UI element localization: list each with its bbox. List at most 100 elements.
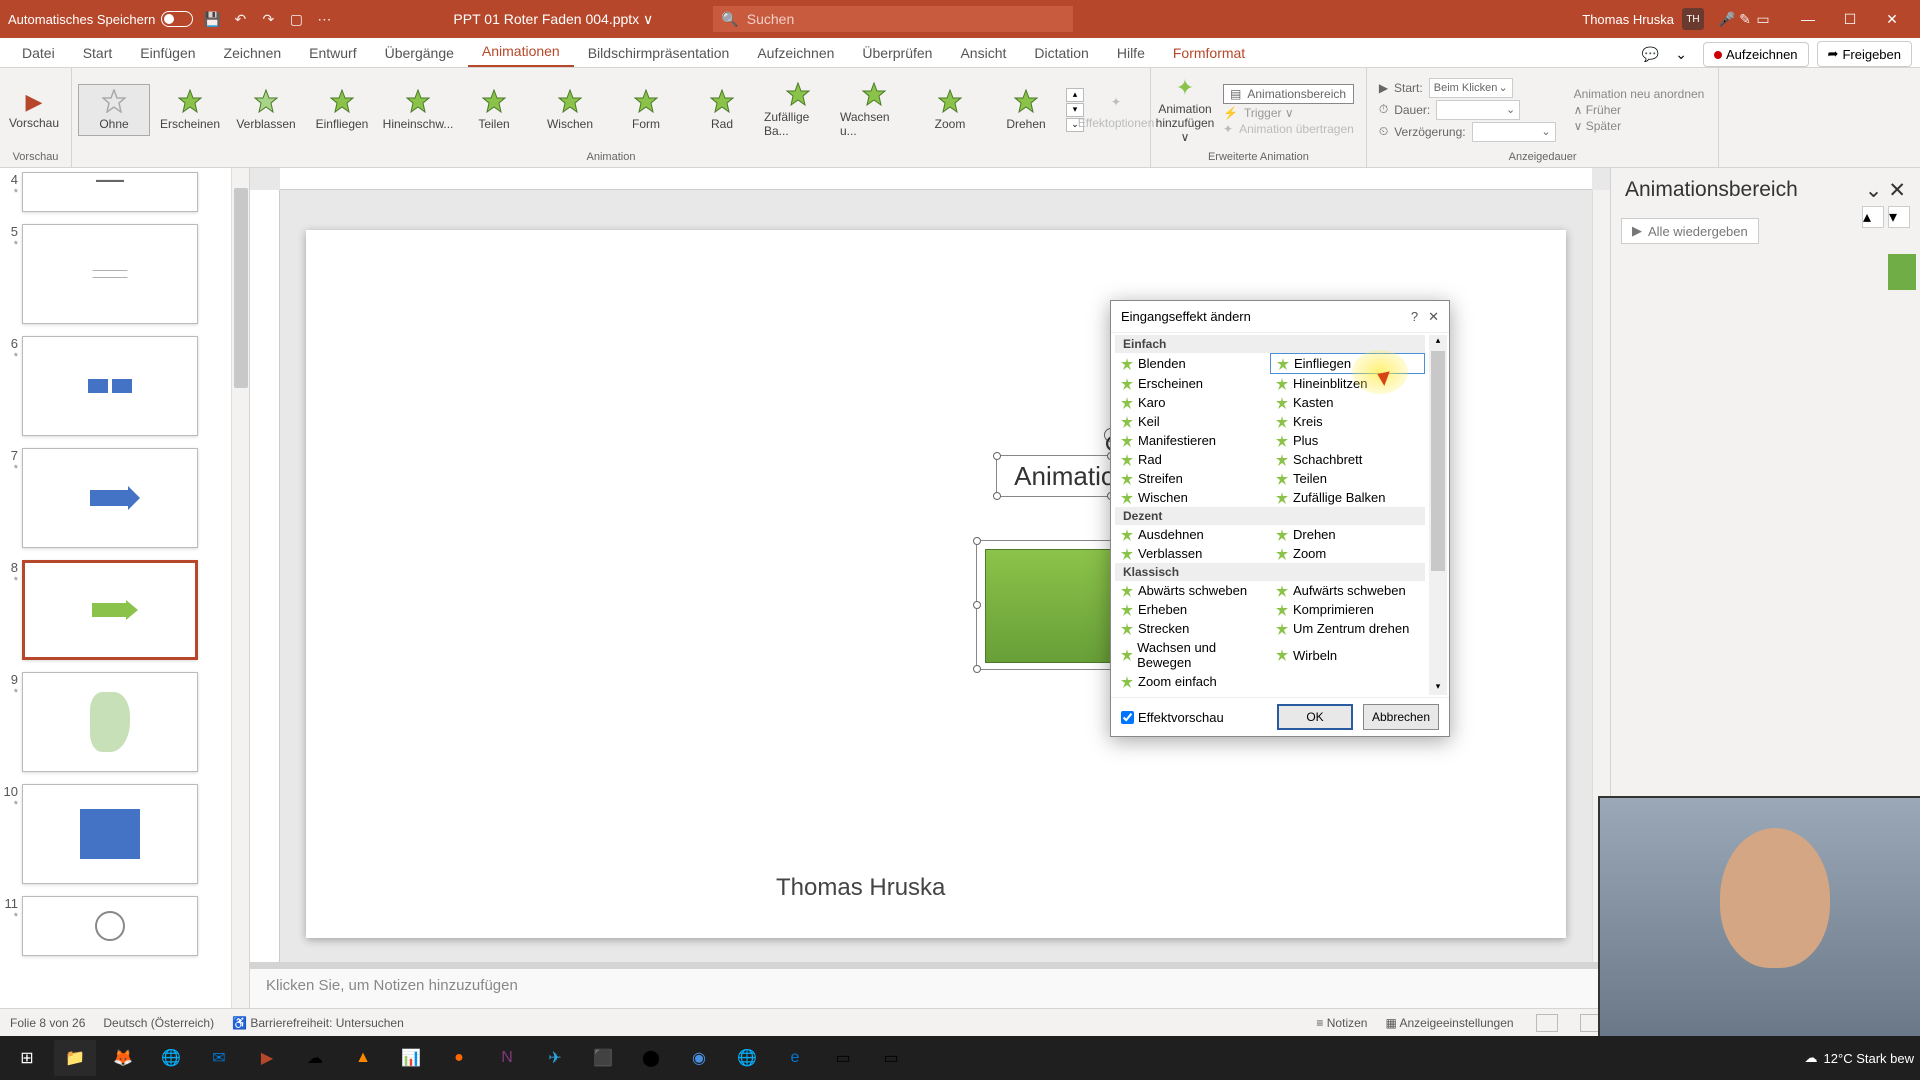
opt-strecken[interactable]: Strecken <box>1115 619 1270 638</box>
anim-collapse-icon[interactable] <box>1888 254 1916 290</box>
anim-none[interactable]: Ohne <box>78 84 150 136</box>
vlc-icon[interactable]: ▲ <box>342 1040 384 1076</box>
move-down-button[interactable]: ▾ <box>1888 206 1910 228</box>
verzoegerung-combo[interactable]: ⌄ <box>1472 122 1556 142</box>
opt-drehen[interactable]: Drehen <box>1270 525 1425 544</box>
app-icon[interactable]: 🌐 <box>726 1040 768 1076</box>
tab-ueberpruefen[interactable]: Überprüfen <box>848 40 946 67</box>
app-icon[interactable]: ● <box>438 1040 480 1076</box>
animationsbereich-button[interactable]: ▤Animationsbereich <box>1223 84 1354 104</box>
start-combo[interactable]: Beim Klicken⌄ <box>1429 78 1513 98</box>
accessibility-button[interactable]: ♿ Barrierefreiheit: Untersuchen <box>232 1016 404 1030</box>
thumb-9[interactable] <box>22 672 198 772</box>
tab-zeichnen[interactable]: Zeichnen <box>210 40 296 67</box>
cancel-button[interactable]: Abbrechen <box>1363 704 1439 730</box>
ok-button[interactable]: OK <box>1277 704 1353 730</box>
view-normal[interactable] <box>1536 1014 1558 1032</box>
opt-manifest[interactable]: Manifestieren <box>1115 431 1270 450</box>
anim-wachsen[interactable]: Wachsen u... <box>838 78 910 142</box>
app-icon[interactable]: ▭ <box>822 1040 864 1076</box>
outlook-icon[interactable]: ✉ <box>198 1040 240 1076</box>
anim-erscheinen[interactable]: Erscheinen <box>154 85 226 135</box>
trigger-button[interactable]: ⚡Trigger ∨ <box>1223 106 1354 120</box>
tab-animationen[interactable]: Animationen <box>468 38 574 67</box>
opt-aufw[interactable]: Aufwärts schweben <box>1270 581 1425 600</box>
tab-dictation[interactable]: Dictation <box>1020 40 1102 67</box>
anim-rad[interactable]: Rad <box>686 85 758 135</box>
tab-formformat[interactable]: Formformat <box>1159 40 1259 67</box>
language-indicator[interactable]: Deutsch (Österreich) <box>103 1016 214 1030</box>
obs-icon[interactable]: ⬤ <box>630 1040 672 1076</box>
opt-keil[interactable]: Keil <box>1115 412 1270 431</box>
tab-einfuegen[interactable]: Einfügen <box>126 40 209 67</box>
tab-hilfe[interactable]: Hilfe <box>1103 40 1159 67</box>
vorschau-button[interactable]: ▶Vorschau <box>6 86 62 134</box>
redo-icon[interactable]: ↷ <box>259 10 277 28</box>
tab-bildschirm[interactable]: Bildschirmpräsentation <box>574 40 744 67</box>
freigeben-button[interactable]: ➦Freigeben <box>1817 41 1912 67</box>
opt-hineinblitzen[interactable]: Hineinblitzen <box>1270 374 1425 393</box>
opt-plus[interactable]: Plus <box>1270 431 1425 450</box>
close-button[interactable]: ✕ <box>1872 5 1912 33</box>
tab-datei[interactable]: Datei <box>8 40 69 67</box>
thumb-8[interactable] <box>22 560 198 660</box>
anim-teilen[interactable]: Teilen <box>458 85 530 135</box>
opt-zoom[interactable]: Zoom <box>1270 544 1425 563</box>
thumb-6[interactable] <box>22 336 198 436</box>
opt-zoomeinfach[interactable]: Zoom einfach <box>1115 672 1270 691</box>
search-input[interactable]: 🔍 Suchen <box>713 6 1073 32</box>
onenote-icon[interactable]: N <box>486 1040 528 1076</box>
play-all-button[interactable]: ▶Alle wiedergeben <box>1621 218 1759 244</box>
aufzeichnen-button[interactable]: Aufzeichnen <box>1703 42 1809 67</box>
opt-blenden[interactable]: Blenden <box>1115 353 1270 374</box>
opt-umzentrum[interactable]: Um Zentrum drehen <box>1270 619 1425 638</box>
start-button[interactable]: ⊞ <box>6 1040 48 1076</box>
opt-kreis[interactable]: Kreis <box>1270 412 1425 431</box>
slide-counter[interactable]: Folie 8 von 26 <box>10 1016 85 1030</box>
save-icon[interactable]: 💾 <box>203 10 221 28</box>
opt-streifen[interactable]: Streifen <box>1115 469 1270 488</box>
app-icon[interactable]: ▭ <box>870 1040 912 1076</box>
dialog-help-icon[interactable]: ? <box>1411 309 1418 325</box>
opt-erheben[interactable]: Erheben <box>1115 600 1270 619</box>
minimize-button[interactable]: — <box>1788 5 1828 33</box>
move-up-button[interactable]: ▴ <box>1862 206 1884 228</box>
tab-uebergaenge[interactable]: Übergänge <box>371 40 468 67</box>
telegram-icon[interactable]: ✈ <box>534 1040 576 1076</box>
more-icon[interactable]: ⋯ <box>315 10 333 28</box>
filename-label[interactable]: PPT 01 Roter Faden 004.pptx ∨ <box>453 11 653 28</box>
animation-hinzufuegen-button[interactable]: ✦Animation hinzufügen ∨ <box>1157 72 1213 148</box>
undo-icon[interactable]: ↶ <box>231 10 249 28</box>
anim-zoom[interactable]: Zoom <box>914 85 986 135</box>
thumb-10[interactable] <box>22 784 198 884</box>
ribbon-collapse-icon[interactable]: 💬 <box>1634 42 1667 67</box>
tab-entwurf[interactable]: Entwurf <box>295 40 370 67</box>
anim-wischen[interactable]: Wischen <box>534 85 606 135</box>
app-icon[interactable]: ⬛ <box>582 1040 624 1076</box>
tab-aufzeichnen[interactable]: Aufzeichnen <box>743 40 848 67</box>
app-icon[interactable]: 📊 <box>390 1040 432 1076</box>
mic-icon[interactable]: 🎤 <box>1718 10 1736 28</box>
dialog-scrollbar[interactable]: ▴▾ <box>1429 335 1447 695</box>
weather-widget[interactable]: ☁12°C Stark bew <box>1805 1050 1914 1066</box>
slideshow-icon[interactable]: ▢ <box>287 10 305 28</box>
maximize-button[interactable]: ☐ <box>1830 5 1870 33</box>
notizen-button[interactable]: ≡ Notizen <box>1316 1016 1367 1030</box>
anim-form[interactable]: Form <box>610 85 682 135</box>
thumb-7[interactable] <box>22 448 198 548</box>
chrome-icon[interactable]: 🌐 <box>150 1040 192 1076</box>
opt-kasten[interactable]: Kasten <box>1270 393 1425 412</box>
opt-ausdehnen[interactable]: Ausdehnen <box>1115 525 1270 544</box>
anzeige-button[interactable]: ▦ Anzeigeeinstellungen <box>1385 1016 1513 1030</box>
opt-erscheinen[interactable]: Erscheinen <box>1115 374 1270 393</box>
opt-karo[interactable]: Karo <box>1115 393 1270 412</box>
dialog-close-icon[interactable]: ✕ <box>1428 309 1439 325</box>
anim-drehen[interactable]: Drehen <box>990 85 1062 135</box>
draw-icon[interactable]: ✎ <box>1736 10 1754 28</box>
effektvorschau-checkbox[interactable]: Effektvorschau <box>1121 710 1267 725</box>
opt-zufbalken[interactable]: Zufällige Balken <box>1270 488 1425 507</box>
opt-rad[interactable]: Rad <box>1115 450 1270 469</box>
opt-schachbrett[interactable]: Schachbrett <box>1270 450 1425 469</box>
autosave-toggle[interactable]: Automatisches Speichern <box>8 11 193 27</box>
pane-close-icon[interactable]: ✕ <box>1888 178 1906 203</box>
